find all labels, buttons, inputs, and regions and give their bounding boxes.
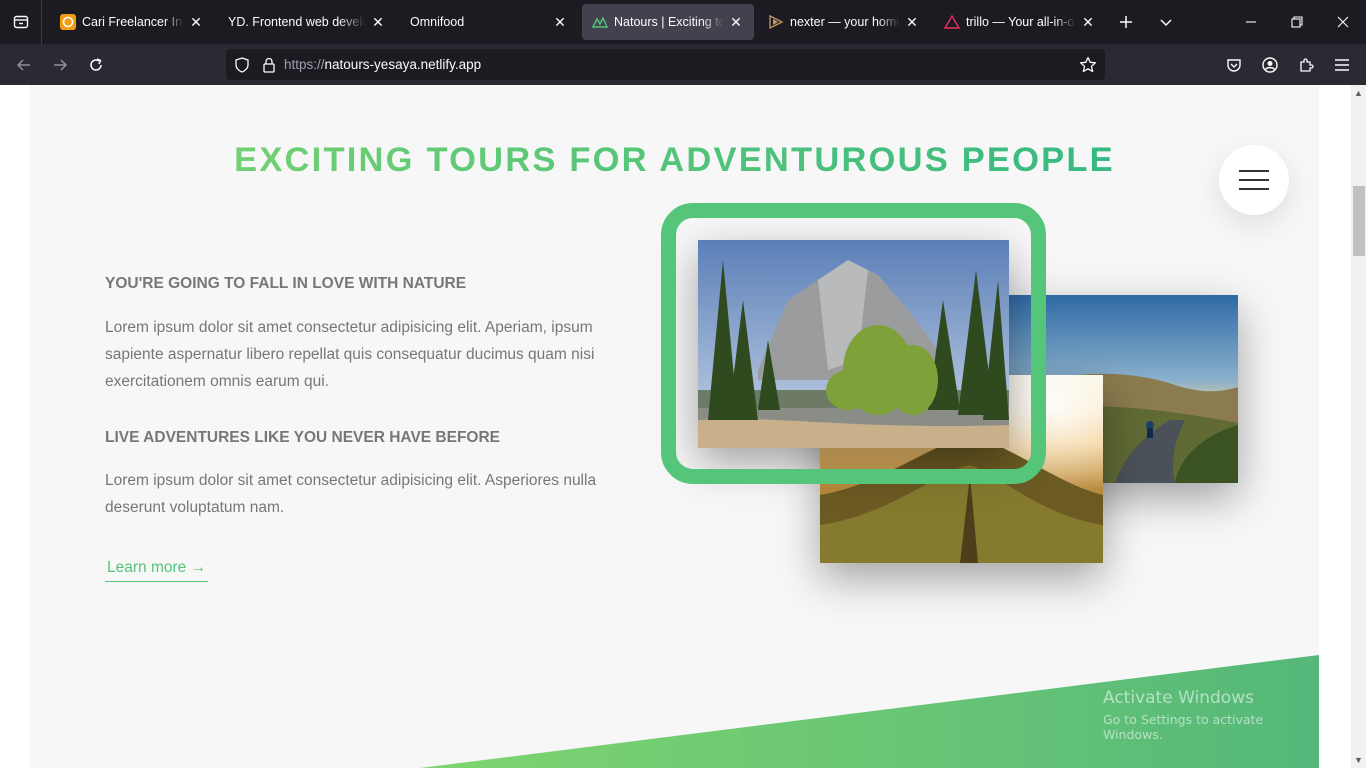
tab-yd-frontend[interactable]: YD. Frontend web developer ✕: [218, 4, 396, 40]
page-viewport: Exciting tours for adventurous people Yo…: [0, 85, 1366, 768]
address-bar[interactable]: https://natours-yesaya.netlify.app: [226, 49, 1105, 80]
hamburger-line: [1239, 179, 1269, 181]
reload-button[interactable]: [78, 44, 114, 85]
tab-title: YD. Frontend web developer: [228, 15, 366, 29]
chevron-down-icon: [1160, 19, 1172, 27]
trillo-favicon-icon: [944, 14, 960, 30]
forward-button[interactable]: [42, 44, 78, 85]
feature-title: Live adventures like you never have befo…: [105, 429, 501, 446]
tab-close-icon[interactable]: ✕: [728, 14, 744, 30]
list-all-tabs-button[interactable]: [1146, 0, 1186, 44]
scrollbar-thumb[interactable]: [1353, 186, 1365, 256]
navigation-toolbar: https://natours-yesaya.netlify.app: [0, 44, 1366, 85]
section-heading: Exciting tours for adventurous people: [30, 141, 1319, 180]
watermark-title: Activate Windows: [1103, 688, 1254, 708]
watermark-subtitle: Go to Settings to activate Windows.: [1103, 712, 1264, 742]
tab-title: Cari Freelancer Indonesia: [82, 15, 184, 29]
url-scheme: https://: [284, 57, 325, 72]
restore-button[interactable]: [1274, 0, 1320, 44]
tab-bar: Cari Freelancer Indonesia ✕ YD. Frontend…: [0, 0, 1366, 44]
plus-icon: [1120, 16, 1132, 28]
url-host: natours-yesaya.netlify.app: [324, 57, 482, 72]
tab-close-icon[interactable]: ✕: [370, 14, 386, 30]
account-icon: [1262, 56, 1278, 73]
url-text[interactable]: https://natours-yesaya.netlify.app: [284, 57, 481, 72]
tab-freelancer[interactable]: Cari Freelancer Indonesia ✕: [50, 4, 214, 40]
pocket-icon: [1227, 58, 1241, 72]
scroll-down-icon[interactable]: ▼: [1351, 752, 1366, 768]
extensions-button[interactable]: [1288, 44, 1324, 85]
tab-title: nexter — your home, your freedom: [790, 15, 900, 29]
back-arrow-icon: [16, 58, 30, 71]
tab-trillo[interactable]: trillo — Your all-in-one booking app ✕: [934, 4, 1106, 40]
back-button[interactable]: [6, 44, 42, 85]
bookmark-star-icon[interactable]: [1079, 56, 1097, 74]
feature-title: You're going to fall in love with nature: [105, 275, 467, 292]
account-button[interactable]: [1252, 44, 1288, 85]
minimize-icon: [1246, 21, 1256, 23]
firefox-view-button[interactable]: [0, 0, 42, 44]
tab-nexter[interactable]: nexter — your home, your freedom ✕: [758, 4, 930, 40]
tab-natours[interactable]: Natours | Exciting tours ✕: [582, 4, 754, 40]
firefox-view-icon: [13, 15, 28, 29]
close-icon: [1337, 16, 1349, 28]
app-menu-button[interactable]: [1324, 44, 1360, 85]
tab-close-icon[interactable]: ✕: [1080, 14, 1096, 30]
page-scrollbar[interactable]: ▲ ▼: [1351, 85, 1366, 768]
reload-icon: [90, 57, 102, 71]
forward-arrow-icon: [54, 58, 68, 71]
tab-title: trillo — Your all-in-one booking app: [966, 15, 1076, 29]
pocket-button[interactable]: [1216, 44, 1252, 85]
learn-more-link[interactable]: Learn more →: [105, 557, 209, 582]
restore-icon: [1291, 16, 1303, 28]
puzzle-icon: [1300, 57, 1314, 72]
hamburger-line: [1239, 188, 1269, 190]
tab-close-icon[interactable]: ✕: [188, 14, 204, 30]
photo-highlight-outline: [661, 203, 1046, 484]
new-tab-button[interactable]: [1106, 0, 1146, 44]
scroll-up-icon[interactable]: ▲: [1351, 85, 1366, 101]
feature-paragraph: Lorem ipsum dolor sit amet consectetur a…: [105, 319, 595, 390]
windows-activation-watermark: Activate Windows Go to Settings to activ…: [1103, 688, 1319, 742]
tab-title: Omnifood: [410, 15, 465, 29]
nexter-favicon-icon: [768, 14, 784, 30]
close-window-button[interactable]: [1320, 0, 1366, 44]
hamburger-line: [1239, 170, 1269, 172]
tab-close-icon[interactable]: ✕: [904, 14, 920, 30]
hamburger-menu-icon: [1335, 58, 1349, 71]
natours-favicon-icon: [592, 14, 608, 30]
tab-omnifood[interactable]: Omnifood ✕: [400, 4, 578, 40]
navigation-menu-button[interactable]: [1219, 145, 1289, 215]
tab-close-icon[interactable]: ✕: [552, 14, 568, 30]
tab-title: Natours | Exciting tours: [614, 15, 724, 29]
feature-paragraph: Lorem ipsum dolor sit amet consectetur a…: [105, 472, 597, 516]
lock-icon[interactable]: [262, 57, 276, 73]
shield-icon[interactable]: [234, 56, 250, 73]
freelancer-favicon-icon: [60, 14, 76, 30]
minimize-button[interactable]: [1228, 0, 1274, 44]
about-section: Exciting tours for adventurous people Yo…: [30, 85, 1319, 768]
